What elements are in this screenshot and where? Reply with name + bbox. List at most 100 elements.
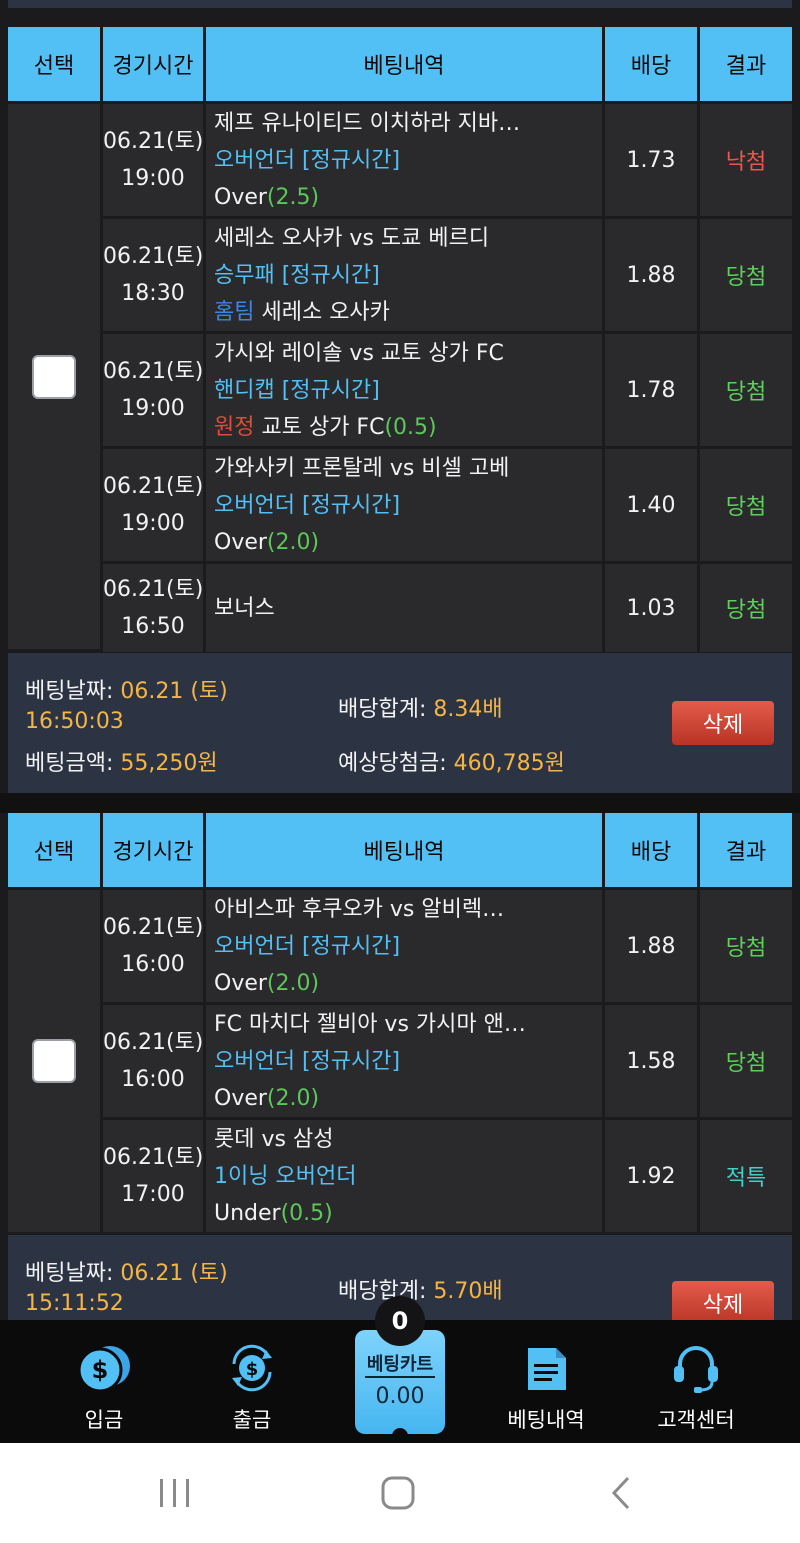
nav-withdraw[interactable]: $ 출금 xyxy=(182,1320,322,1443)
match-time: 06.21(토) 19:00 xyxy=(103,449,203,561)
odds-value: 1.58 xyxy=(605,1005,697,1117)
recent-apps-button[interactable] xyxy=(145,1473,205,1513)
select-checkbox[interactable] xyxy=(32,354,76,399)
headset-icon xyxy=(674,1346,718,1393)
result-badge: 적특 xyxy=(700,1120,792,1232)
table-header: 선택 경기시간 베팅내역 배당 결과 xyxy=(8,813,792,887)
recent-apps-icon xyxy=(160,1479,189,1507)
match-name: 세레소 오사카 vs 도쿄 베르디 xyxy=(214,225,490,251)
expected-payout-value: 460,785원 xyxy=(453,751,565,776)
section-gap xyxy=(0,793,800,813)
header-odds: 배당 xyxy=(605,27,697,101)
pick-value: 세레소 오사카 xyxy=(254,299,390,325)
header-details: 베팅내역 xyxy=(206,27,602,101)
handicap-line: (0.5) xyxy=(280,1200,333,1226)
match-name: 가시와 레이솔 vs 교토 상가 FC xyxy=(214,340,504,366)
pick-line: Over(2.0) xyxy=(214,965,602,1002)
cart-notch xyxy=(392,1428,408,1440)
handicap-line: (0.5) xyxy=(384,414,437,440)
bet-history-viewport[interactable]: 선택 경기시간 베팅내역 배당 결과 06.21(토) 19:00 제프 유나이… xyxy=(0,0,800,1320)
home-icon xyxy=(381,1476,415,1510)
match-date: 06.21(토) xyxy=(103,359,204,384)
bet-details: FC 마치다 젤비아 vs 가시마 앤… 오버언더 [정규시간] Over(2.… xyxy=(206,1005,602,1117)
table-row: 06.21(토) 16:00 아비스파 후쿠오카 vs 알비렉… 오버언더 [정… xyxy=(103,890,792,1002)
market-name: 오버언더 [정규시간] xyxy=(214,933,401,959)
svg-text:$: $ xyxy=(92,1356,109,1384)
pick-side: 홈팀 xyxy=(214,299,255,325)
nav-deposit[interactable]: $ 입금 xyxy=(34,1320,174,1443)
bet-date: 베팅날짜: 06.21 (토) xyxy=(25,1255,228,1287)
header-select: 선택 xyxy=(8,27,100,101)
pick-line: Over(2.0) xyxy=(214,1080,602,1117)
odds-value: 1.40 xyxy=(605,449,697,561)
pick-value: Over xyxy=(214,970,267,996)
market-name: 오버언더 [정규시간] xyxy=(214,1048,401,1074)
market-name: 승무패 [정규시간] xyxy=(214,262,380,288)
bet-details: 세레소 오사카 vs 도쿄 베르디 승무패 [정규시간] 홈팀 세레소 오사카 xyxy=(206,219,602,331)
total-odds-value: 8.34배 xyxy=(433,697,503,722)
table-header: 선택 경기시간 베팅내역 배당 결과 xyxy=(8,27,792,101)
document-icon xyxy=(528,1348,566,1390)
bet-date-value: 06.21 (토) xyxy=(120,1261,228,1286)
match-time: 06.21(토) 16:00 xyxy=(103,890,203,1002)
nav-support[interactable]: 고객센터 xyxy=(626,1320,766,1443)
result-badge: 당첨 xyxy=(700,219,792,331)
match-clock: 19:00 xyxy=(121,396,185,421)
result-badge: 당첨 xyxy=(700,334,792,446)
header-result: 결과 xyxy=(700,27,792,101)
match-name: FC 마치다 젤비아 vs 가시마 앤… xyxy=(214,1011,526,1037)
back-button[interactable] xyxy=(592,1473,652,1513)
match-clock: 17:00 xyxy=(121,1182,185,1207)
match-clock: 16:00 xyxy=(121,952,185,977)
table-row: 06.21(토) 19:00 가시와 레이솔 vs 교토 상가 FC 핸디캡 [… xyxy=(103,334,792,446)
header-select: 선택 xyxy=(8,813,100,887)
result-badge: 당첨 xyxy=(700,890,792,1002)
cart-title: 베팅카트 xyxy=(366,1354,434,1375)
total-odds: 배당합계: 5.70배 xyxy=(338,1273,503,1305)
odds-value: 1.78 xyxy=(605,334,697,446)
pick-line: 원정 교토 상가 FC(0.5) xyxy=(214,409,602,446)
pick-value: Under xyxy=(214,1200,281,1226)
market-name: 오버언더 [정규시간] xyxy=(214,492,401,518)
odds-value: 1.03 xyxy=(605,564,697,652)
pick-side: 원정 xyxy=(214,414,255,440)
match-time: 06.21(토) 18:30 xyxy=(103,219,203,331)
bet-details: 아비스파 후쿠오카 vs 알비렉… 오버언더 [정규시간] Over(2.0) xyxy=(206,890,602,1002)
cart-divider xyxy=(365,1376,435,1378)
market-name: 핸디캡 [정규시간] xyxy=(214,377,380,403)
pick-line: Under(0.5) xyxy=(214,1195,602,1232)
match-date: 06.21(토) xyxy=(103,474,204,499)
table-row: 06.21(토) 19:00 가와사키 프론탈레 vs 비셀 고베 오버언더 [… xyxy=(103,449,792,561)
match-date: 06.21(토) xyxy=(103,577,204,602)
select-cell xyxy=(8,890,100,1232)
home-button[interactable] xyxy=(368,1473,428,1513)
previous-summary-edge xyxy=(8,0,792,8)
table-row: 06.21(토) 18:30 세레소 오사카 vs 도쿄 베르디 승무패 [정규… xyxy=(103,219,792,331)
table-row: 06.21(토) 17:00 롯데 vs 삼성 1이닝 오버언더 Under(0… xyxy=(103,1120,792,1232)
match-clock: 16:50 xyxy=(121,614,185,639)
header-odds: 배당 xyxy=(605,813,697,887)
back-icon xyxy=(611,1476,630,1510)
expected-payout-label: 예상당첨금: xyxy=(338,751,447,776)
nav-bet-history[interactable]: 베팅내역 xyxy=(476,1320,616,1443)
handicap-line: (2.0) xyxy=(266,1085,320,1111)
result-badge: 낙첨 xyxy=(700,104,792,216)
table-row: 06.21(토) 16:00 FC 마치다 젤비아 vs 가시마 앤… 오버언더… xyxy=(103,1005,792,1117)
header-time: 경기시간 xyxy=(103,27,203,101)
handicap-line: (2.5) xyxy=(266,184,320,210)
pick-value: Over xyxy=(214,184,267,210)
match-date: 06.21(토) xyxy=(103,244,204,269)
match-time: 06.21(토) 16:00 xyxy=(103,1005,203,1117)
market-name: 1이닝 오버언더 xyxy=(214,1163,357,1189)
match-date: 06.21(토) xyxy=(103,1145,204,1170)
delete-button[interactable]: 삭제 xyxy=(672,1281,774,1320)
select-checkbox[interactable] xyxy=(32,1039,76,1083)
table-row: 06.21(토) 19:00 제프 유나이티드 이치하라 지바… 오버언더 [정… xyxy=(103,104,792,216)
match-date: 06.21(토) xyxy=(103,1030,204,1055)
header-time: 경기시간 xyxy=(103,813,203,887)
delete-button[interactable]: 삭제 xyxy=(672,701,774,745)
match-clock: 19:00 xyxy=(121,511,185,536)
handicap-line: (2.0) xyxy=(266,970,320,996)
total-odds-label: 배당합계: xyxy=(338,697,427,722)
bet-date-label: 베팅날짜: xyxy=(25,1261,114,1286)
